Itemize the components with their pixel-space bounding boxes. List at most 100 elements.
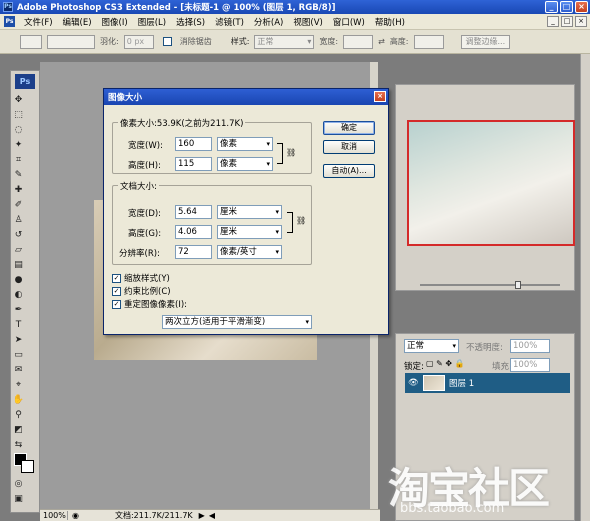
background-color[interactable]	[21, 460, 34, 473]
close-button[interactable]: ×	[575, 1, 588, 13]
navigator-zoom-slider[interactable]	[420, 281, 560, 289]
color-swatches[interactable]	[14, 453, 36, 473]
pixel-width-unit-select[interactable]: 像素 ▾	[217, 137, 273, 151]
navigator-preview[interactable]	[407, 120, 575, 246]
pixel-width-input[interactable]: 160	[175, 137, 212, 151]
doc-link-bracket	[287, 212, 293, 233]
sampler-tool-icon[interactable]: ⌖	[12, 379, 25, 392]
menu-file[interactable]: 文件(F)	[19, 16, 58, 28]
doc-height-unit-select[interactable]: 厘米 ▾	[217, 225, 282, 239]
auto-button[interactable]: 自动(A)...	[323, 164, 375, 178]
type-tool-icon[interactable]: T	[12, 319, 25, 332]
scale-styles-row[interactable]: ✓ 缩放样式(Y)	[112, 272, 170, 284]
resolution-unit-select[interactable]: 像素/英寸 ▾	[217, 245, 282, 259]
cancel-button[interactable]: 取消	[323, 140, 375, 154]
default-colors-icon[interactable]: ◩	[12, 424, 25, 437]
swap-icon[interactable]: ⇄	[378, 37, 385, 46]
pixel-dimensions-label: 像素大小:53.9K(之前为211.7K)	[118, 117, 246, 129]
height-label: 高度:	[389, 37, 409, 46]
shape-tool-icon[interactable]: ▭	[12, 349, 25, 362]
lock-icons[interactable]: ▢ ✎ ✥ 🔒	[426, 359, 465, 368]
blur-tool-icon[interactable]: ●	[12, 274, 25, 287]
crop-tool-icon[interactable]: ⌗	[12, 154, 25, 167]
swap-colors-icon[interactable]: ⇆	[12, 439, 25, 452]
clone-stamp-tool-icon[interactable]: ♙	[12, 214, 25, 227]
zoom-tool-icon[interactable]: ⚲	[12, 409, 25, 422]
dodge-tool-icon[interactable]: ◐	[12, 289, 25, 302]
doc-minimize-button[interactable]: _	[547, 16, 559, 27]
status-bar: 100% ◉ 文档:211.7K/211.7K ▶ ◀	[40, 509, 380, 521]
magic-wand-tool-icon[interactable]: ✦	[12, 139, 25, 152]
dialog-title-bar[interactable]: 图像大小 ×	[104, 89, 388, 105]
opacity-input[interactable]: 100%	[510, 339, 550, 353]
eraser-tool-icon[interactable]: ▱	[12, 244, 25, 257]
dialog-close-button[interactable]: ×	[374, 91, 386, 102]
fill-input[interactable]: 100%	[510, 358, 550, 372]
doc-height-input[interactable]: 4.06	[175, 225, 212, 239]
constrain-row[interactable]: ✓ 约束比例(C)	[112, 285, 171, 297]
pixel-height-input[interactable]: 115	[175, 157, 212, 171]
eye-icon[interactable]: 👁	[408, 378, 419, 388]
menu-layer[interactable]: 图层(L)	[133, 16, 171, 28]
scale-styles-checkbox[interactable]: ✓	[112, 273, 121, 283]
doc-width-input[interactable]: 5.64	[175, 205, 212, 219]
antialias-checkbox[interactable]	[162, 37, 172, 46]
feather-input[interactable]: 0 px	[123, 34, 154, 49]
resample-checkbox[interactable]: ✓	[112, 299, 121, 309]
chevron-down-icon: ▾	[305, 318, 309, 326]
menu-image[interactable]: 图像(I)	[97, 16, 133, 28]
selection-mode-buttons[interactable]	[47, 34, 95, 49]
zoom-field[interactable]: 100%	[40, 511, 68, 520]
hand-tool-icon[interactable]: ✋	[12, 394, 25, 407]
ok-button[interactable]: 确定	[323, 121, 375, 135]
layer-row[interactable]: 👁 图层 1	[405, 373, 570, 393]
menu-select[interactable]: 选择(S)	[171, 16, 210, 28]
minimize-button[interactable]: _	[545, 1, 558, 13]
marquee-tool-icon[interactable]: ⬚	[12, 109, 25, 122]
status-menu-icon[interactable]: ▶	[199, 511, 205, 520]
menu-filter[interactable]: 滤镜(T)	[210, 16, 249, 28]
path-select-tool-icon[interactable]: ➤	[12, 334, 25, 347]
doc-restore-button[interactable]: □	[561, 16, 573, 27]
blend-mode-select[interactable]: 正常 ▾	[404, 339, 459, 353]
doc-width-unit-select[interactable]: 厘米 ▾	[217, 205, 282, 219]
brush-tool-icon[interactable]: ✐	[12, 199, 25, 212]
maximize-button[interactable]: □	[560, 1, 573, 13]
title-bar: Ps Adobe Photoshop CS3 Extended - [未标题-1…	[0, 0, 590, 14]
healing-tool-icon[interactable]: ✚	[12, 184, 25, 197]
menu-window[interactable]: 窗口(W)	[328, 16, 370, 28]
history-brush-tool-icon[interactable]: ↺	[12, 229, 25, 242]
menu-analysis[interactable]: 分析(A)	[249, 16, 288, 28]
style-select[interactable]: 正常 ▾	[254, 34, 315, 49]
resample-method: 两次立方(适用于平滑渐变)	[165, 317, 266, 327]
eyedropper-tool-icon[interactable]: ✎	[12, 169, 25, 182]
marquee-preset-icon[interactable]	[20, 34, 42, 49]
slider-thumb[interactable]	[515, 281, 521, 289]
menu-edit[interactable]: 编辑(E)	[58, 16, 97, 28]
status-info-icon[interactable]: ◉	[72, 511, 79, 520]
doc-height-unit: 厘米	[220, 227, 238, 237]
resolution-input[interactable]: 72	[175, 245, 212, 259]
refine-edge-button[interactable]: 调整边缘...	[460, 34, 511, 49]
constrain-checkbox[interactable]: ✓	[112, 286, 121, 296]
resample-row[interactable]: ✓ 重定图像像素(I):	[112, 298, 187, 310]
slider-track	[420, 284, 560, 286]
pen-tool-icon[interactable]: ✒	[12, 304, 25, 317]
lasso-tool-icon[interactable]: ◌	[12, 124, 25, 137]
window-controls: _ □ ×	[545, 1, 588, 13]
screen-mode-icon[interactable]: ▣	[12, 493, 25, 506]
width-input[interactable]	[343, 34, 374, 49]
doc-close-button[interactable]: ×	[575, 16, 587, 27]
blend-mode-value: 正常	[407, 341, 425, 351]
gradient-tool-icon[interactable]: ▤	[12, 259, 25, 272]
resample-method-select[interactable]: 两次立方(适用于平滑渐变) ▾	[162, 315, 312, 329]
height-input[interactable]	[413, 34, 444, 49]
menu-view[interactable]: 视图(V)	[288, 16, 327, 28]
menu-help[interactable]: 帮助(H)	[370, 16, 410, 28]
notes-tool-icon[interactable]: ✉	[12, 364, 25, 377]
move-tool-icon[interactable]: ✥	[12, 94, 25, 107]
ps-menu-icon[interactable]: Ps	[4, 16, 15, 27]
scroll-left-icon[interactable]: ◀	[209, 511, 215, 520]
pixel-height-unit-select[interactable]: 像素 ▾	[217, 157, 273, 171]
quick-mask-icon[interactable]: ◎	[12, 478, 25, 491]
